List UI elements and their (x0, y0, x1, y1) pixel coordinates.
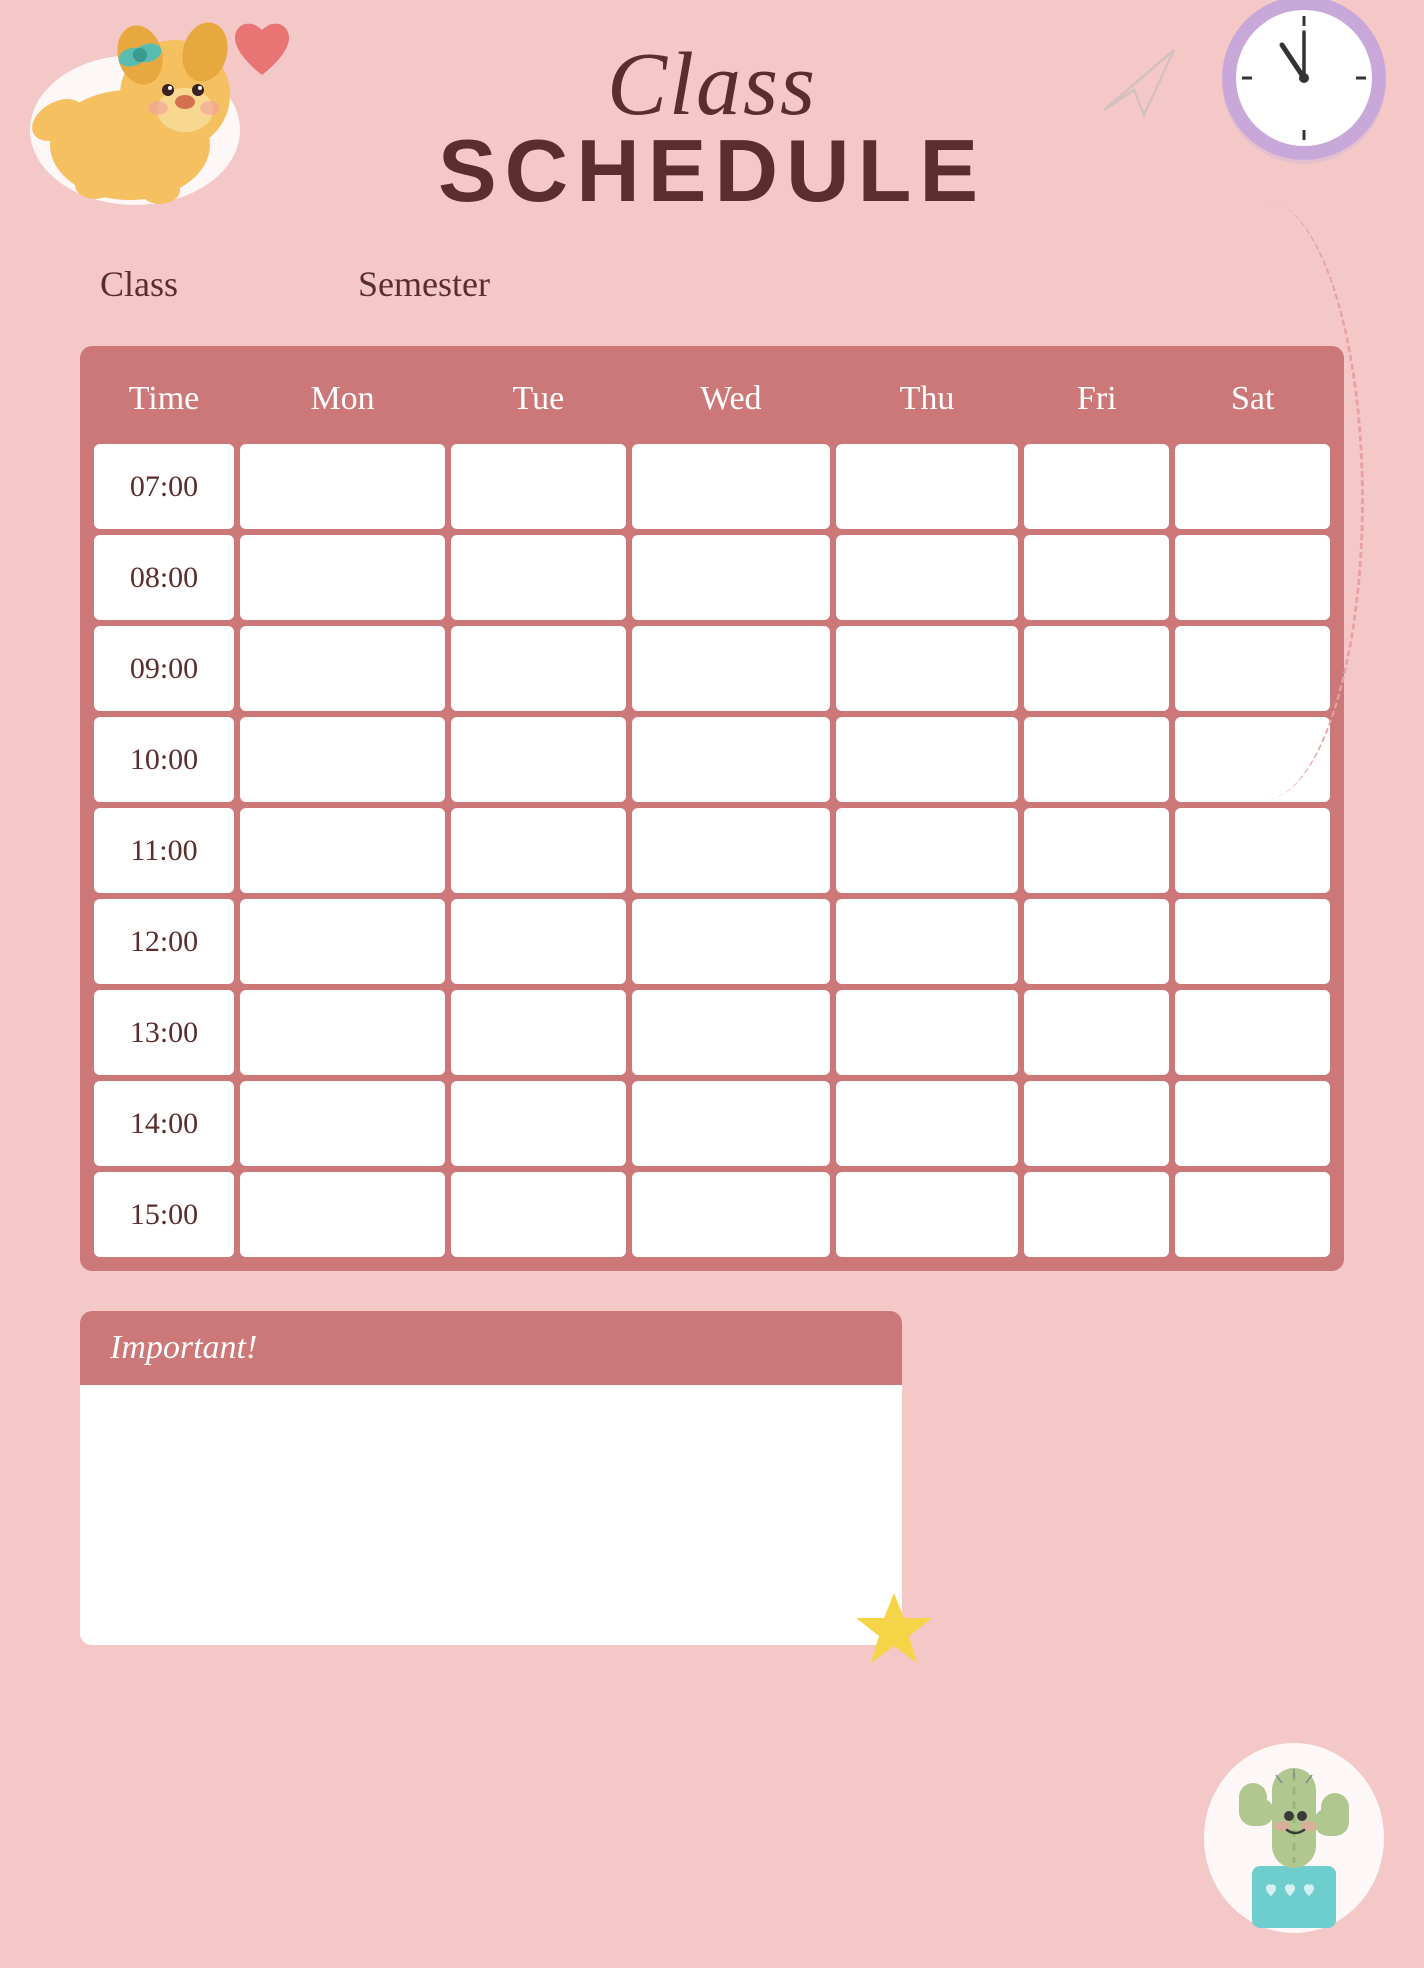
dashed-curve-decoration (1164, 200, 1364, 800)
semester-label: Semester (358, 263, 490, 305)
schedule-cell[interactable] (632, 990, 830, 1075)
time-cell: 14:00 (94, 1081, 234, 1166)
time-cell: 15:00 (94, 1172, 234, 1257)
schedule-cell[interactable] (1024, 808, 1169, 893)
class-label: Class (100, 263, 178, 305)
schedule-cell[interactable] (836, 1081, 1018, 1166)
schedule-cell[interactable] (632, 899, 830, 984)
col-fri: Fri (1024, 360, 1169, 438)
schedule-cell[interactable] (632, 535, 830, 620)
page: Class SCHEDULE Class Semester Time Mon T… (0, 0, 1424, 1968)
schedule-cell[interactable] (240, 899, 445, 984)
title-class: Class (80, 40, 1344, 130)
schedule-cell[interactable] (240, 1172, 445, 1257)
cactus-decoration (1194, 1678, 1394, 1928)
schedule-cell[interactable] (1024, 1172, 1169, 1257)
col-tue: Tue (451, 360, 626, 438)
schedule-cell[interactable] (632, 717, 830, 802)
time-cell: 10:00 (94, 717, 234, 802)
table-row: 12:00 (94, 899, 1330, 984)
schedule-cell[interactable] (1024, 990, 1169, 1075)
fields-row: Class Semester (80, 262, 1344, 306)
table-row: 15:00 (94, 1172, 1330, 1257)
time-cell: 08:00 (94, 535, 234, 620)
schedule-cell[interactable] (451, 899, 626, 984)
schedule-cell[interactable] (240, 717, 445, 802)
schedule-cell[interactable] (451, 990, 626, 1075)
schedule-cell[interactable] (240, 626, 445, 711)
schedule-cell[interactable] (1024, 444, 1169, 529)
schedule-cell[interactable] (1024, 717, 1169, 802)
schedule-container: Time Mon Tue Wed Thu Fri Sat 07:0008:000… (80, 346, 1344, 1271)
important-header: Important! (80, 1311, 902, 1385)
schedule-cell[interactable] (1024, 1081, 1169, 1166)
table-row: 09:00 (94, 626, 1330, 711)
col-time: Time (94, 360, 234, 438)
schedule-cell[interactable] (451, 1081, 626, 1166)
schedule-table: Time Mon Tue Wed Thu Fri Sat 07:0008:000… (88, 354, 1336, 1263)
schedule-cell[interactable] (836, 535, 1018, 620)
schedule-cell[interactable] (451, 626, 626, 711)
schedule-cell[interactable] (632, 444, 830, 529)
schedule-cell[interactable] (240, 535, 445, 620)
schedule-cell[interactable] (1024, 535, 1169, 620)
schedule-cell[interactable] (451, 717, 626, 802)
schedule-cell[interactable] (1175, 1081, 1330, 1166)
schedule-cell[interactable] (451, 444, 626, 529)
table-row: 07:00 (94, 444, 1330, 529)
schedule-cell[interactable] (1175, 899, 1330, 984)
col-wed: Wed (632, 360, 830, 438)
table-row: 13:00 (94, 990, 1330, 1075)
schedule-cell[interactable] (1024, 899, 1169, 984)
schedule-cell[interactable] (240, 990, 445, 1075)
schedule-cell[interactable] (1175, 808, 1330, 893)
table-row: 14:00 (94, 1081, 1330, 1166)
time-cell: 07:00 (94, 444, 234, 529)
schedule-cell[interactable] (451, 808, 626, 893)
schedule-cell[interactable] (836, 808, 1018, 893)
schedule-cell[interactable] (632, 626, 830, 711)
table-row: 11:00 (94, 808, 1330, 893)
schedule-cell[interactable] (632, 1172, 830, 1257)
schedule-cell[interactable] (1024, 626, 1169, 711)
schedule-cell[interactable] (836, 899, 1018, 984)
schedule-cell[interactable] (240, 444, 445, 529)
class-field-group: Class (100, 262, 198, 306)
semester-field-group: Semester (358, 262, 510, 306)
schedule-cell[interactable] (240, 808, 445, 893)
schedule-cell[interactable] (836, 626, 1018, 711)
time-cell: 11:00 (94, 808, 234, 893)
schedule-cell[interactable] (632, 808, 830, 893)
schedule-cell[interactable] (451, 535, 626, 620)
table-row: 10:00 (94, 717, 1330, 802)
schedule-cell[interactable] (632, 1081, 830, 1166)
time-cell: 09:00 (94, 626, 234, 711)
schedule-cell[interactable] (836, 444, 1018, 529)
star-decoration (854, 1588, 934, 1673)
schedule-cell[interactable] (1175, 990, 1330, 1075)
col-thu: Thu (836, 360, 1018, 438)
schedule-cell[interactable] (451, 1172, 626, 1257)
important-body[interactable] (80, 1385, 902, 1645)
schedule-cell[interactable] (836, 990, 1018, 1075)
schedule-cell[interactable] (240, 1081, 445, 1166)
time-cell: 13:00 (94, 990, 234, 1075)
schedule-cell[interactable] (1175, 1172, 1330, 1257)
col-mon: Mon (240, 360, 445, 438)
schedule-cell[interactable] (836, 717, 1018, 802)
title-schedule: SCHEDULE (80, 120, 1344, 222)
table-row: 08:00 (94, 535, 1330, 620)
page-header: Class SCHEDULE (80, 40, 1344, 222)
important-section: Important! (80, 1311, 902, 1645)
schedule-cell[interactable] (836, 1172, 1018, 1257)
table-header-row: Time Mon Tue Wed Thu Fri Sat (94, 360, 1330, 438)
time-cell: 12:00 (94, 899, 234, 984)
